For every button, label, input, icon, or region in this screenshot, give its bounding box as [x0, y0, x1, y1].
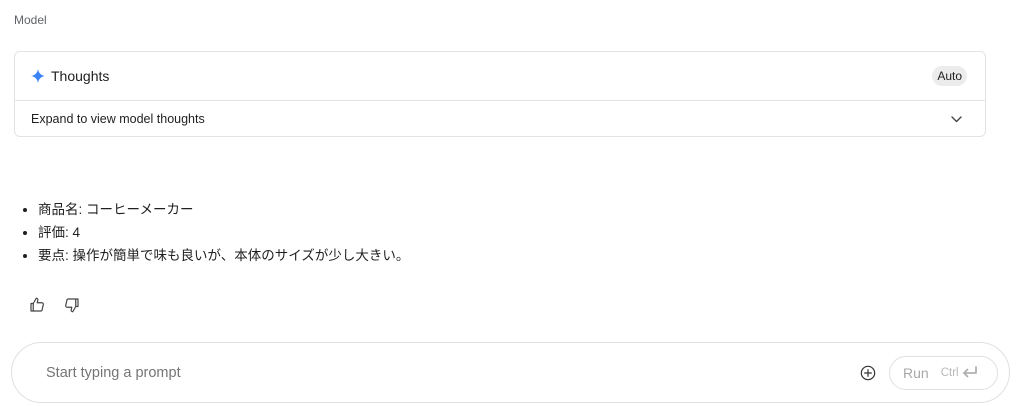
list-item: 評価: 4	[38, 221, 409, 244]
thoughts-header: Thoughts Auto	[15, 52, 985, 101]
run-label: Run	[903, 364, 929, 381]
thoughts-title: Thoughts	[51, 68, 110, 84]
response-list: 商品名: コーヒーメーカー 評価: 4 要点: 操作が簡単で味も良いが、本体のサ…	[21, 198, 409, 267]
run-button[interactable]: Run Ctrl	[889, 355, 998, 390]
thoughts-panel: Thoughts Auto Expand to view model thoug…	[14, 51, 986, 137]
prompt-input[interactable]	[44, 363, 808, 382]
run-shortcut-label: Ctrl	[940, 366, 959, 379]
auto-badge: Auto	[932, 66, 967, 86]
expand-thoughts-toggle[interactable]: Expand to view model thoughts	[15, 101, 985, 137]
sparkle-icon	[31, 69, 46, 84]
expand-thoughts-label: Expand to view model thoughts	[31, 112, 205, 126]
list-item: 商品名: コーヒーメーカー	[38, 198, 409, 221]
thumbs-up-icon[interactable]	[28, 296, 46, 314]
model-label: Model	[14, 13, 47, 27]
add-circle-icon[interactable]	[859, 364, 877, 382]
chevron-down-icon[interactable]	[951, 113, 963, 125]
feedback-bar	[28, 296, 81, 314]
list-item: 要点: 操作が簡単で味も良いが、本体のサイズが少し大きい。	[38, 244, 409, 267]
prompt-bar: Run Ctrl	[11, 342, 1010, 403]
thumbs-down-icon[interactable]	[63, 296, 81, 314]
enter-key-icon	[961, 366, 978, 379]
